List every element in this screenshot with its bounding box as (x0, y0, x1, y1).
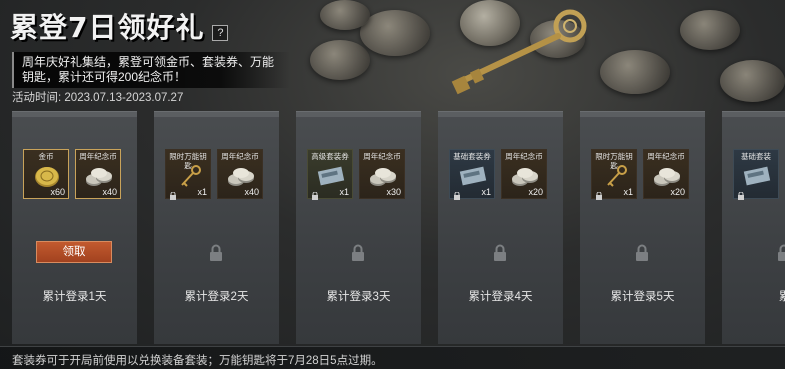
background-art (300, 0, 785, 110)
commemorative-coin-icon (368, 164, 398, 188)
page-title: 累登7日领好礼 (10, 11, 205, 44)
reward-card-day-3: 高级套装券 x1 周年纪念币 x30 累计登录3天 (296, 111, 421, 344)
commemorative-coin-icon (84, 164, 114, 188)
reward-name: 高级套装券 (311, 152, 349, 161)
reward-name: 金币 (38, 152, 54, 161)
footer: 套装券可于开局前使用以兑换装备套装；万能钥匙将于7月28日5点过期。 (0, 346, 785, 369)
commemorative-coin-icon (510, 164, 540, 188)
claim-button[interactable]: 领取 (36, 241, 112, 263)
reward-name: 周年纪念币 (79, 152, 117, 161)
footer-note: 套装券可于开局前使用以兑换装备套装；万能钥匙将于7月28日5点过期。 (12, 355, 383, 367)
day-label: 累计登录2天 (184, 291, 249, 303)
activity-time-label: 活动时间: (12, 92, 62, 104)
day-label: 累计登录5天 (610, 291, 675, 303)
card-top-bar (12, 112, 137, 117)
reward-card-day-2: 限时万能钥匙 x1 周年纪念币 x40 累计登录2天 (154, 111, 279, 344)
reward-quantity: x1 (481, 187, 491, 197)
day-label: 累计登录1天 (42, 291, 107, 303)
reward-quantity: x40 (102, 187, 117, 197)
key-icon (174, 164, 204, 188)
reward-item[interactable]: 周年纪念币 x20 (643, 149, 689, 199)
reward-quantity: x30 (386, 187, 401, 197)
title-bar: 累登7日领好礼 ? (10, 6, 229, 46)
lock-icon (777, 244, 785, 262)
reward-item[interactable]: 金币 x60 (23, 149, 69, 199)
binding-lock-icon (311, 187, 319, 200)
card-top-bar (580, 112, 705, 117)
reward-item[interactable]: 基础套装 (733, 149, 779, 200)
reward-cards: 金币 x60 周年纪念币 x40 领取累计登录1天 限时万能钥匙 x1 周年纪念币 x40 累计登… (12, 111, 785, 344)
day-label: 累 (778, 291, 785, 303)
reward-name: 周年纪念币 (505, 152, 543, 161)
gold-coin-icon (32, 164, 62, 188)
card-top-bar (154, 112, 279, 117)
reward-card-day-6: 基础套装累 (722, 111, 785, 344)
reward-item[interactable]: 周年纪念币 x30 (359, 149, 405, 199)
reward-quantity: x40 (244, 187, 259, 197)
reward-name: 周年纪念币 (647, 152, 685, 161)
reward-name: 周年纪念币 (221, 152, 259, 161)
reward-card-day-1: 金币 x60 周年纪念币 x40 领取累计登录1天 (12, 111, 137, 344)
card-top-bar (438, 112, 563, 117)
golden-key-icon (451, 9, 587, 95)
activity-time: 活动时间: 2023.07.13-2023.07.27 (12, 89, 183, 105)
reward-quantity: x20 (670, 187, 685, 197)
commemorative-coin-icon (226, 164, 256, 188)
outfit-ticket-icon (316, 164, 346, 188)
activity-time-value: 2023.07.13-2023.07.27 (64, 92, 184, 104)
outfit-ticket-icon (742, 164, 772, 188)
card-top-bar (296, 112, 421, 117)
reward-item[interactable]: 限时万能钥匙 x1 (165, 149, 211, 200)
reward-quantity: x1 (623, 187, 633, 197)
binding-lock-icon (453, 187, 461, 200)
lock-icon (351, 244, 365, 262)
commemorative-coin-icon (652, 164, 682, 188)
lock-icon (635, 244, 649, 262)
day-label: 累计登录4天 (468, 291, 533, 303)
reward-item[interactable]: 限时万能钥匙 x1 (591, 149, 637, 200)
reward-name: 基础套装券 (453, 152, 491, 161)
reward-card-day-4: 基础套装券 x1 周年纪念币 x20 累计登录4天 (438, 111, 563, 344)
binding-lock-icon (737, 187, 745, 200)
reward-quantity: x1 (197, 187, 207, 197)
binding-lock-icon (169, 187, 177, 200)
reward-quantity: x60 (50, 187, 65, 197)
reward-quantity: x1 (339, 187, 349, 197)
help-button[interactable]: ? (212, 25, 229, 41)
day-label: 累计登录3天 (326, 291, 391, 303)
reward-quantity: x20 (528, 187, 543, 197)
outfit-ticket-icon (458, 164, 488, 188)
binding-lock-icon (595, 187, 603, 200)
key-icon (600, 164, 630, 188)
lock-icon (493, 244, 507, 262)
card-top-bar (722, 112, 785, 117)
reward-item[interactable]: 周年纪念币 x40 (217, 149, 263, 199)
lock-icon (209, 244, 223, 262)
reward-item[interactable]: 基础套装券 x1 (449, 149, 495, 200)
reward-name: 基础套装 (741, 152, 771, 161)
reward-item[interactable]: 周年纪念币 x40 (75, 149, 121, 199)
reward-name: 周年纪念币 (363, 152, 401, 161)
reward-item[interactable]: 周年纪念币 x20 (501, 149, 547, 199)
event-description: 周年庆好礼集结，累登可领金币、套装券、万能钥匙，累计还可得200纪念币！ (12, 52, 290, 88)
reward-item[interactable]: 高级套装券 x1 (307, 149, 353, 200)
reward-card-day-5: 限时万能钥匙 x1 周年纪念币 x20 累计登录5天 (580, 111, 705, 344)
